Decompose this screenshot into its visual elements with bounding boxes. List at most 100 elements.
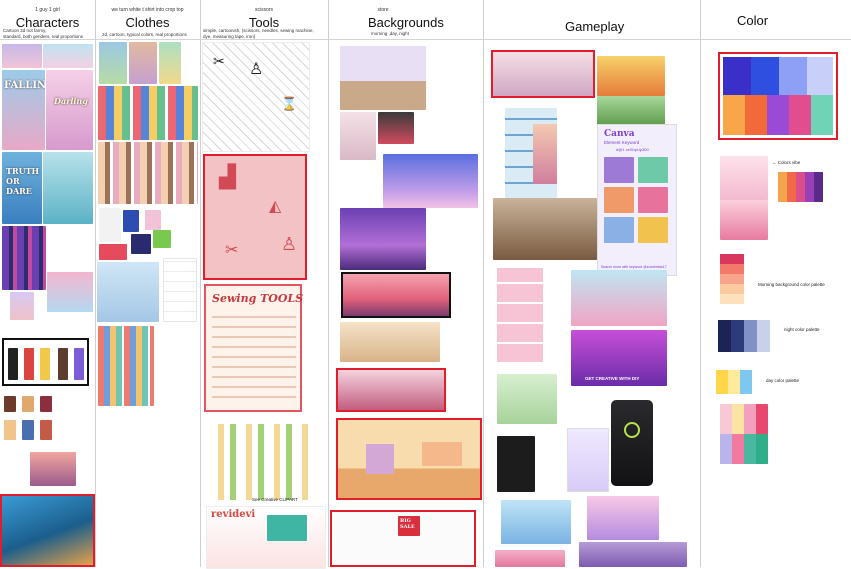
gameplay-screenshot[interactable] bbox=[497, 374, 557, 424]
clothes-outline-sketch[interactable] bbox=[163, 258, 197, 322]
column-gameplay: Gameplay Canva Element Keyword #@1 ceShp… bbox=[483, 0, 701, 567]
store-background[interactable] bbox=[340, 112, 376, 160]
clothes-item[interactable] bbox=[123, 210, 139, 232]
character-head[interactable] bbox=[22, 396, 34, 412]
clothes-item[interactable] bbox=[131, 234, 151, 254]
selected-gameplay-screenshot[interactable] bbox=[491, 50, 595, 98]
character-head[interactable] bbox=[4, 420, 16, 440]
shop-building bbox=[604, 187, 634, 213]
clothes-sheet[interactable] bbox=[97, 262, 159, 322]
character-head[interactable] bbox=[22, 420, 34, 440]
spool-icon: ⌛ bbox=[281, 96, 298, 111]
character-book-cover[interactable]: FALLING bbox=[2, 70, 45, 150]
sale-sign: BIG SALE bbox=[398, 516, 420, 536]
column-clothes: we turn white t shirt into crop top Clot… bbox=[95, 0, 201, 567]
colors-vibe-note: ← Colors vibe bbox=[772, 160, 801, 165]
palette-swatch bbox=[723, 95, 745, 135]
clothes-grid-sheet[interactable] bbox=[98, 326, 154, 406]
figure bbox=[24, 348, 34, 380]
clothes-item[interactable] bbox=[153, 230, 171, 248]
palette-swatch bbox=[723, 57, 751, 95]
character-book-cover[interactable] bbox=[2, 44, 42, 68]
gameplay-screenshot[interactable] bbox=[497, 268, 543, 362]
gameplay-screenshot[interactable] bbox=[533, 124, 557, 184]
character-sprite-sheet[interactable] bbox=[2, 226, 46, 290]
store-interior-background[interactable] bbox=[340, 322, 440, 362]
selected-store-background[interactable] bbox=[336, 418, 482, 500]
selected-sewing-tools-poster[interactable]: Sewing TOOLS bbox=[204, 284, 303, 412]
backgrounds-note: store bbox=[377, 7, 389, 13]
selected-characters-lineup[interactable] bbox=[2, 338, 89, 386]
tools-doodle-pattern[interactable]: ✂ ♙ ⌛ bbox=[202, 42, 310, 152]
city-night-background[interactable] bbox=[340, 208, 426, 270]
clothes-item[interactable] bbox=[99, 244, 127, 260]
character-book-cover[interactable] bbox=[43, 152, 93, 224]
day-palette-note: day color palette bbox=[766, 378, 800, 383]
clothes-item[interactable] bbox=[145, 210, 161, 230]
shop-building bbox=[604, 157, 634, 183]
column-tools: scissors Tools simple, cartoonish, (scis… bbox=[200, 0, 329, 569]
shop-building bbox=[604, 217, 634, 243]
gameplay-screenshot[interactable] bbox=[571, 270, 667, 326]
selected-city-sunset-background[interactable] bbox=[341, 272, 451, 318]
app-screenshot[interactable] bbox=[611, 400, 653, 486]
character-head[interactable] bbox=[40, 420, 52, 440]
gameplay-screenshot[interactable] bbox=[493, 198, 597, 260]
gameplay-screenshot[interactable] bbox=[587, 496, 659, 540]
iron-icon: ◭ bbox=[269, 198, 282, 215]
cover-title: FALLING bbox=[4, 80, 45, 91]
gameplay-screenshot[interactable]: GET CREATIVE WITH DIY bbox=[571, 330, 667, 386]
clothes-sheet[interactable] bbox=[98, 142, 198, 204]
gameplay-screenshot[interactable] bbox=[579, 542, 687, 567]
canva-subtitle: Element Keyword bbox=[604, 140, 640, 145]
character-head[interactable] bbox=[40, 396, 52, 412]
clothes-item[interactable] bbox=[99, 208, 121, 242]
tools-clipart[interactable] bbox=[208, 424, 314, 500]
colors-vibe-image[interactable] bbox=[720, 156, 768, 200]
gameplay-screenshot[interactable] bbox=[497, 436, 535, 492]
selected-sewing-tools-set[interactable]: ▟ ◭ ✂ ♙ bbox=[203, 154, 307, 280]
backgrounds-title: Backgrounds bbox=[368, 15, 444, 30]
gameplay-screenshot[interactable] bbox=[495, 550, 565, 567]
selected-store-background[interactable]: BIG SALE bbox=[330, 510, 476, 567]
column-backgrounds: store Backgrounds morning ,day, night BI… bbox=[328, 0, 484, 567]
character-cover[interactable] bbox=[30, 452, 76, 486]
gameplay-screenshot[interactable] bbox=[597, 56, 665, 96]
header-divider bbox=[95, 39, 200, 40]
clothes-book-cover[interactable] bbox=[129, 42, 157, 84]
character-book-cover[interactable] bbox=[43, 44, 93, 68]
scissors-icon: ✂ bbox=[225, 242, 239, 259]
character-book-cover[interactable]: Darling bbox=[46, 70, 93, 150]
gameplay-banner: GET CREATIVE WITH DIY bbox=[585, 376, 640, 381]
clothes-book-cover[interactable] bbox=[99, 42, 127, 84]
column-characters: 1 guy 1 girl Characters Cartoon 2d not f… bbox=[0, 0, 96, 567]
canva-keyword-card[interactable]: Canva Element Keyword #@1 ceShpUp300 Sea… bbox=[597, 124, 677, 276]
tools-banner[interactable]: revidevi bbox=[206, 506, 326, 569]
palette-swatch bbox=[789, 95, 811, 135]
colors-vibe-image[interactable] bbox=[720, 200, 768, 240]
store-background[interactable] bbox=[378, 112, 414, 144]
selected-main-color-palette[interactable] bbox=[718, 52, 838, 140]
store-background[interactable] bbox=[340, 46, 426, 110]
character-cover[interactable] bbox=[47, 272, 93, 312]
night-palette-swatch bbox=[744, 320, 757, 352]
header-divider bbox=[328, 39, 483, 40]
clothes-book-cover[interactable] bbox=[159, 42, 181, 84]
sky-background[interactable] bbox=[383, 154, 478, 208]
character-book-cover[interactable]: TRUTH OR DARE bbox=[2, 152, 42, 224]
selected-character-image[interactable] bbox=[0, 494, 95, 567]
clothing-rack bbox=[366, 444, 394, 474]
selected-store-background[interactable] bbox=[336, 368, 446, 412]
app-screenshot[interactable] bbox=[567, 428, 609, 492]
palette-swatch bbox=[779, 57, 807, 95]
character-head[interactable] bbox=[4, 396, 16, 412]
clothes-sheet[interactable] bbox=[98, 86, 198, 140]
morning-palette-swatch bbox=[720, 254, 744, 264]
gameplay-screenshot[interactable] bbox=[597, 96, 665, 126]
sale-sign-text: BIG SALE bbox=[400, 518, 415, 530]
vibe-swatch bbox=[805, 172, 814, 202]
vibe-swatch bbox=[814, 172, 823, 202]
gameplay-screenshot[interactable] bbox=[501, 500, 571, 544]
pastel-palette-grid[interactable] bbox=[720, 434, 768, 464]
character-thumbnail[interactable] bbox=[10, 292, 34, 320]
